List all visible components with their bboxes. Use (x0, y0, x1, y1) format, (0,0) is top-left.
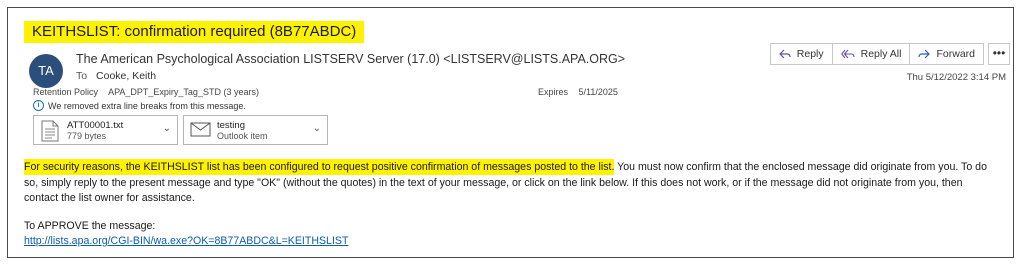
body-paragraph: For security reasons, the KEITHSLIST lis… (24, 159, 999, 207)
envelope-icon (190, 122, 211, 137)
more-actions-button[interactable]: ••• (988, 43, 1010, 65)
expires-info: Expires 5/11/2025 (538, 87, 618, 97)
reply-label: Reply (796, 48, 824, 60)
message-actions: Reply Reply All Forward (769, 43, 984, 65)
email-subject: KEITHSLIST: confirmation required (8B77A… (24, 21, 365, 43)
forward-label: Forward (936, 48, 975, 60)
info-message: We removed extra line breaks from this m… (48, 100, 246, 111)
reply-all-label: Reply All (860, 48, 902, 60)
retention-label: Retention Policy (33, 87, 99, 97)
attachment-outlook-item[interactable]: testing Outlook item ⌄ (183, 115, 328, 145)
attachment-type: Outlook item (217, 131, 268, 141)
chevron-down-icon[interactable]: ⌄ (313, 123, 321, 134)
attachment-size: 779 bytes (67, 131, 107, 141)
to-label: To (76, 70, 88, 82)
attachment-name: testing (217, 120, 245, 131)
retention-policy: Retention Policy APA_DPT_Expiry_Tag_STD … (33, 87, 259, 97)
text-file-icon (41, 120, 59, 142)
message-body: For security reasons, the KEITHSLIST lis… (24, 159, 999, 250)
forward-button[interactable]: Forward (910, 43, 984, 65)
expires-label: Expires (538, 87, 569, 97)
sender-name[interactable]: The American Psychological Association L… (76, 52, 625, 66)
approve-link[interactable]: http://lists.apa.org/CGI-BIN/wa.exe?OK=8… (24, 235, 348, 247)
attachment-txt[interactable]: ATT00001.txt 779 bytes ⌄ (33, 115, 178, 145)
forward-icon (918, 49, 931, 59)
reply-all-icon (840, 49, 855, 59)
chevron-down-icon[interactable]: ⌄ (163, 123, 171, 134)
recipient-row: To Cooke, Keith (76, 70, 156, 82)
expires-value: 5/11/2025 (578, 87, 618, 97)
approve-label: To APPROVE the message: (24, 219, 156, 232)
info-bar[interactable]: i We removed extra line breaks from this… (33, 100, 246, 111)
retention-value: APA_DPT_Expiry_Tag_STD (3 years) (108, 87, 259, 97)
sent-date: Thu 5/12/2022 3:14 PM (906, 72, 1006, 83)
attachment-name: ATT00001.txt (67, 120, 124, 131)
info-icon: i (33, 100, 44, 111)
recipient-name[interactable]: Cooke, Keith (96, 70, 156, 82)
highlighted-sentence: For security reasons, the KEITHSLIST lis… (24, 159, 615, 175)
avatar[interactable]: TA (29, 54, 63, 88)
reply-button[interactable]: Reply (769, 43, 833, 65)
reply-all-button[interactable]: Reply All (832, 43, 911, 65)
reply-icon (778, 49, 791, 59)
